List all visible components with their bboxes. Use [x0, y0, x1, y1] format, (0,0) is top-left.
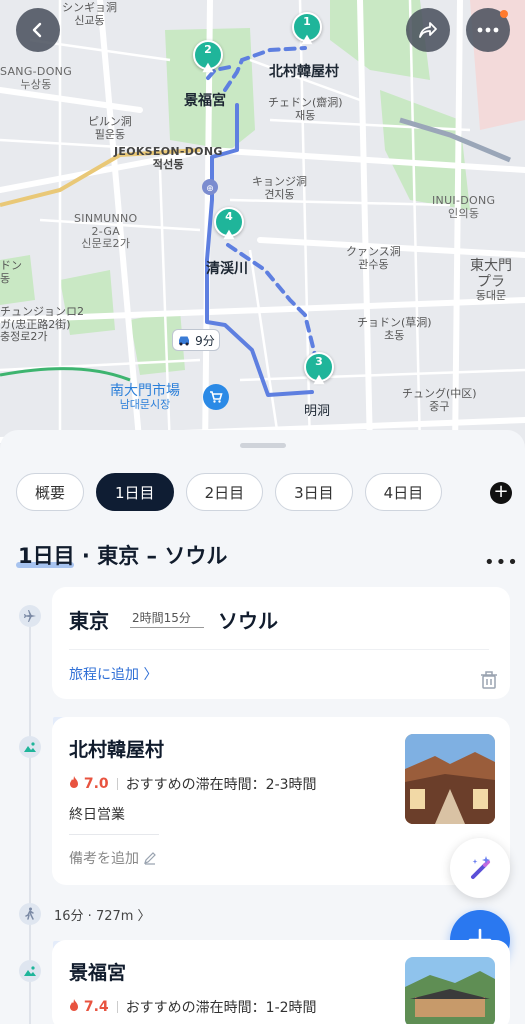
- map-label: チュンジョンロ2 ガ(忠正路2街) 충정로2가: [0, 305, 84, 344]
- notification-dot: [500, 10, 508, 18]
- car-icon: [179, 336, 190, 345]
- map-label-gyeongbokgung: 景福宮: [184, 93, 226, 109]
- rating: 7.4: [69, 999, 109, 1015]
- separator: [116, 1001, 118, 1013]
- day-title-text: 1日目 · 東京 – ソウル: [18, 544, 228, 568]
- walking-icon: [19, 903, 41, 925]
- map-label-namdaemun: 南大門市場 남대문시장: [110, 383, 180, 412]
- place-title: 北村韓屋村: [69, 739, 165, 761]
- map-label: チェドン(齋洞) 재동: [268, 96, 343, 122]
- tab-day-2[interactable]: 2日目: [185, 473, 264, 511]
- flight-arrow: [130, 627, 204, 628]
- map-label: JEOKSEON-DONG 적선동: [114, 145, 223, 171]
- svg-text:⊕: ⊕: [206, 184, 214, 194]
- map-label: 東大門 プラ 동대문: [470, 258, 512, 303]
- map-label: SANG-DONG 누상동: [0, 65, 73, 91]
- tab-day-1[interactable]: 1日目: [96, 473, 174, 511]
- walk-route-link[interactable]: 16分 · 727m 〉: [54, 905, 151, 924]
- map-pin-3[interactable]: 3 ⛰: [304, 352, 334, 388]
- fire-icon: [70, 776, 78, 788]
- map-label-cheonggyecheon: 清渓川: [206, 261, 248, 277]
- place-info-row: 7.4 おすすめの滞在時間：1-2時間: [69, 997, 317, 1017]
- share-icon: [419, 22, 437, 38]
- day-title: 1日目 · 東京 – ソウル: [16, 540, 228, 570]
- map-pin-4[interactable]: 4 ⛰: [214, 207, 244, 243]
- place-photo[interactable]: [405, 957, 495, 1024]
- add-to-itinerary-link[interactable]: 旅程に追加 〉: [69, 664, 157, 684]
- more-options-button[interactable]: [466, 8, 510, 52]
- map-label-myeongdong: 明洞: [304, 404, 331, 419]
- separator: [116, 778, 118, 790]
- map-label: ピルン洞 필운동: [88, 115, 132, 141]
- place-info-row: 7.0 おすすめの滞在時間：2-3時間: [69, 774, 317, 794]
- flight-destination: ソウル: [218, 609, 278, 633]
- tab-overview[interactable]: 概要: [16, 473, 85, 511]
- back-button[interactable]: [16, 8, 60, 52]
- map-label: チュング(中区) 중구: [402, 387, 477, 413]
- divider: [69, 649, 489, 650]
- map-label: ドン 동: [0, 259, 22, 285]
- ai-magic-button[interactable]: [450, 838, 510, 898]
- map-label: SINMUNNO 2-GA 신문로2가: [74, 212, 138, 251]
- flight-card[interactable]: 東京 2時間15分 ソウル 旅程に追加 〉: [52, 587, 510, 699]
- itinerary-sheet: 概要 1日目 2日目 3日目 4日目 + 1日目 · 東京 – ソウル ••• …: [0, 430, 525, 1024]
- trash-icon[interactable]: [476, 667, 502, 693]
- pencil-icon: [144, 852, 157, 865]
- map-label-bukchon: 北村韓屋村: [269, 64, 339, 80]
- rating: 7.0: [69, 776, 109, 792]
- map-label: クァンス洞 관수동: [346, 245, 401, 271]
- flight-duration: 2時間15分: [132, 611, 191, 625]
- recommended-stay: おすすめの滞在時間：1-2時間: [125, 1000, 317, 1016]
- shopping-cart-icon[interactable]: [203, 384, 229, 410]
- map-label: キョンジ洞 견지동: [252, 175, 307, 201]
- day-more-button[interactable]: •••: [484, 552, 519, 573]
- car-time-label: 9分: [195, 333, 215, 348]
- ellipsis-icon: [477, 27, 499, 33]
- magic-wand-icon: [471, 856, 490, 879]
- place-title: 景福宮: [69, 962, 127, 984]
- map-view[interactable]: ⊕ シンギョ洞 신교동 SANG-DONG 누상동 北村韓屋村 景福宮 ピルン洞 필운…: [0, 0, 525, 450]
- fire-icon: [70, 999, 78, 1011]
- airplane-icon: [19, 605, 41, 627]
- drag-handle[interactable]: [240, 443, 286, 448]
- divider: [69, 834, 159, 835]
- add-note-button[interactable]: 備考を追加: [69, 848, 157, 868]
- attraction-icon: [19, 736, 41, 758]
- opening-hours: 終日営業: [69, 807, 125, 823]
- flight-origin: 東京: [69, 609, 109, 633]
- place-card-bukchon[interactable]: 北村韓屋村 7.0 おすすめの滞在時間：2-3時間 終日営業 備考を追加: [52, 717, 510, 885]
- map-pin-1[interactable]: 1 ⛰: [292, 12, 322, 48]
- tab-day-4[interactable]: 4日目: [364, 473, 443, 511]
- add-day-button[interactable]: +: [490, 482, 512, 504]
- share-button[interactable]: [406, 8, 450, 52]
- car-time-badge[interactable]: 9分: [172, 329, 220, 351]
- map-pin-2[interactable]: 2 ⛰: [193, 40, 223, 76]
- map-label: シンギョ洞 신교동: [62, 1, 117, 27]
- map-label: チョドン(草洞) 초동: [357, 316, 432, 342]
- place-photo[interactable]: [405, 734, 495, 824]
- day-tabs: 概要 1日目 2日目 3日目 4日目: [16, 473, 443, 511]
- chevron-left-icon: [32, 22, 42, 38]
- place-card-gyeongbokgung[interactable]: 景福宮 7.4 おすすめの滞在時間：1-2時間: [52, 940, 510, 1024]
- recommended-stay: おすすめの滞在時間：2-3時間: [125, 777, 317, 793]
- map-label: INUI-DONG 인의동: [432, 194, 496, 220]
- attraction-icon: [19, 960, 41, 982]
- tab-day-3[interactable]: 3日目: [275, 473, 353, 511]
